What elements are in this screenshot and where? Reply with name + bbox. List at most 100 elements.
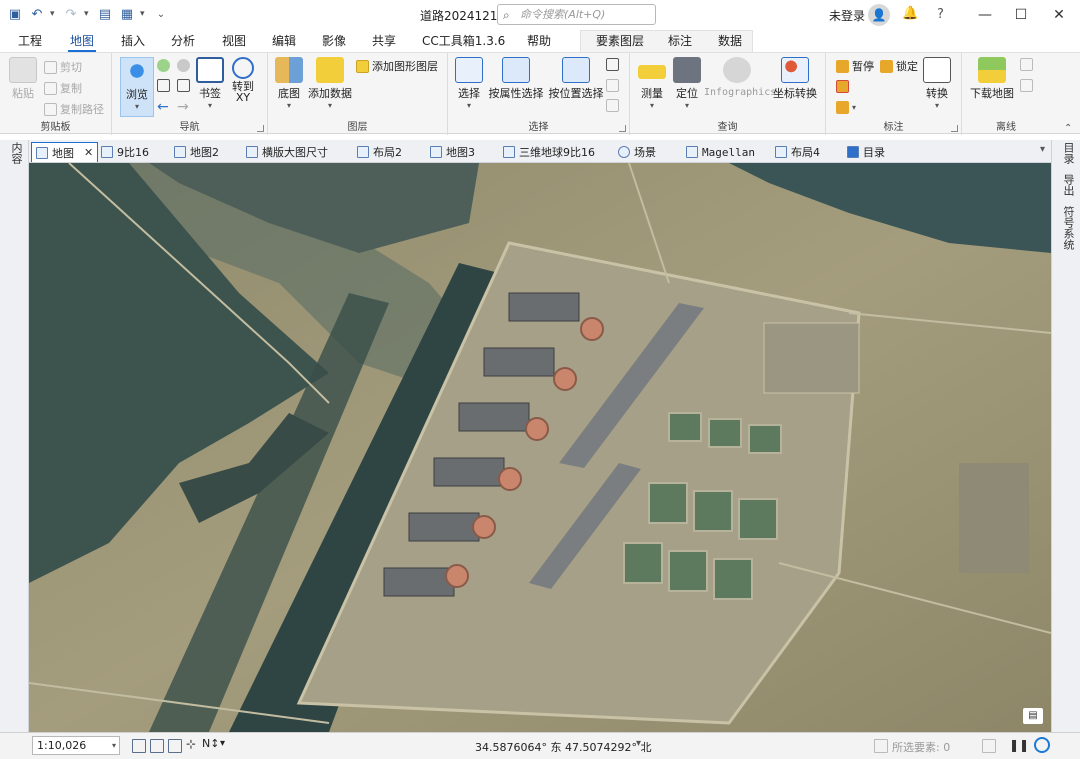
grid-icon[interactable] [132, 739, 146, 753]
close-button[interactable]: ✕ [1044, 4, 1074, 26]
redo-dropdown-icon[interactable]: ▾ [84, 9, 92, 19]
status-dropdown-icon[interactable]: ▾ [220, 738, 234, 752]
add-data-button[interactable]: 添加数据 ▾ [308, 57, 352, 110]
select-by-location-button[interactable]: 按位置选择 [548, 57, 604, 101]
sync-icon [1020, 58, 1033, 71]
open-folder-icon[interactable]: ▤ [96, 5, 114, 23]
undo-dropdown-icon[interactable]: ▾ [50, 9, 58, 19]
view-tab-map3[interactable]: 地图3 [430, 142, 475, 162]
sign-in-status[interactable]: 未登录 [829, 7, 865, 24]
lock-labeling-button[interactable]: 锁定 [880, 58, 918, 74]
notification-bell-icon[interactable]: 🔔 [902, 6, 918, 21]
view-tab-landscape[interactable]: 横版大图尺寸 [246, 142, 328, 162]
tab-labeling[interactable]: 标注 [666, 32, 694, 52]
convert-labels-button[interactable]: 转换 ▾ [922, 57, 952, 110]
remove-offline-button[interactable] [1020, 79, 1033, 92]
tab-data[interactable]: 数据 [716, 32, 744, 52]
coordinates-dropdown-icon[interactable]: ▾ [636, 738, 641, 749]
labeling-launcher[interactable] [951, 125, 958, 132]
tab-view[interactable]: 视图 [220, 32, 248, 52]
minimize-button[interactable]: — [970, 4, 1000, 26]
zoom-to-selection-button[interactable] [606, 99, 619, 112]
snap-icon[interactable]: ⊹ [186, 737, 200, 751]
download-map-button[interactable]: 下载地图 [968, 57, 1016, 101]
cut-button[interactable]: 剪切 [44, 59, 82, 75]
map-view[interactable]: ▤ [29, 163, 1051, 732]
view-tab-9by16[interactable]: 9比16 [101, 142, 149, 162]
export-pane-tab[interactable]: 导出 [1060, 174, 1076, 196]
paste-button[interactable]: 粘贴 [6, 57, 40, 101]
measure-button[interactable]: 测量 ▾ [636, 57, 668, 110]
table-grid-icon[interactable] [150, 739, 164, 753]
pause-labeling-button[interactable]: 暂停 [836, 58, 874, 74]
fixed-zoom-in-button[interactable] [157, 79, 170, 92]
app-icon[interactable]: ▣ [6, 5, 24, 23]
map-notes-icon[interactable]: ▤ [1023, 708, 1043, 724]
view-tabs-dropdown-icon[interactable]: ▾ [1040, 144, 1045, 155]
copy-path-button[interactable]: 复制路径 [44, 101, 104, 117]
copy-button[interactable]: 复制 [44, 80, 82, 96]
view-tab-scene[interactable]: 场景 [618, 142, 656, 162]
symbology-pane-tab[interactable]: 符号系统 [1060, 206, 1076, 250]
tab-imagery[interactable]: 影像 [320, 32, 348, 52]
full-extent-button[interactable] [157, 59, 170, 72]
tab-insert[interactable]: 插入 [119, 32, 147, 52]
tab-share[interactable]: 共享 [370, 32, 398, 52]
tab-map[interactable]: 地图 [68, 32, 97, 52]
refresh-layers-icon[interactable] [982, 739, 996, 753]
contents-pane-tab[interactable]: 内容 [8, 142, 24, 164]
select-by-attributes-button[interactable]: 按属性选择 [488, 57, 544, 101]
command-search-input[interactable]: ⌕ 命令搜索(Alt+Q) [497, 4, 656, 25]
view-tab-magellan[interactable]: Magellan [686, 142, 755, 162]
add-graphics-layer-button[interactable]: 添加图形图层 [356, 58, 438, 74]
tab-project[interactable]: 工程 [16, 32, 44, 52]
next-extent-button[interactable]: → [177, 99, 189, 115]
undo-icon[interactable]: ↶ [28, 5, 46, 23]
close-tab-icon[interactable]: ✕ [84, 146, 93, 159]
tab-help[interactable]: 帮助 [525, 32, 553, 52]
collapse-ribbon-icon[interactable]: ⌃ [1064, 123, 1072, 134]
view-tab-globe[interactable]: 三维地球9比16 [503, 142, 595, 162]
bookmarks-button[interactable]: 书签 ▾ [194, 57, 226, 110]
pause-drawing-button[interactable]: ❚❚ [1009, 738, 1029, 752]
view-unplaced-button[interactable] [836, 80, 849, 93]
view-tab-catalog[interactable]: 目录 [847, 142, 885, 162]
explore-button[interactable]: 浏览 ▾ [120, 57, 154, 117]
selection-launcher[interactable] [619, 125, 626, 132]
view-tab-layout4[interactable]: 布局4 [775, 142, 820, 162]
customize-qat-icon[interactable]: ⌄ [152, 5, 170, 23]
nav-arrows-icon[interactable]: N↕ [202, 737, 219, 751]
label-options-button[interactable]: ▾ [836, 101, 856, 114]
basemap-button[interactable]: 底图 ▾ [274, 57, 304, 110]
tab-edit[interactable]: 编辑 [270, 32, 298, 52]
fixed-zoom-out-button[interactable] [177, 79, 190, 92]
full-extent-alt-button[interactable] [177, 59, 190, 72]
coordinate-conversion-button[interactable]: 坐标转换 [772, 57, 818, 101]
redo-icon[interactable]: ↷ [62, 5, 80, 23]
view-tab-layout2[interactable]: 布局2 [357, 142, 402, 162]
window-options-dropdown-icon[interactable]: ▾ [140, 9, 148, 19]
tab-feature-layer[interactable]: 要素图层 [594, 32, 646, 52]
infographics-button[interactable]: Infographics [704, 57, 776, 98]
scale-selector[interactable]: 1:10,026 ▾ [32, 736, 120, 755]
attributes-table-button[interactable] [606, 58, 619, 71]
tab-analysis[interactable]: 分析 [169, 32, 197, 52]
refresh-icon[interactable] [1034, 737, 1050, 753]
tab-cc-toolbox[interactable]: CC工具箱1.3.6 [420, 32, 507, 52]
navigate-launcher[interactable] [257, 125, 264, 132]
window-options-icon[interactable]: ▦ [118, 5, 136, 23]
clear-selection-button[interactable] [606, 79, 619, 92]
goto-xy-button[interactable]: 转到 XY [228, 57, 258, 103]
maximize-button[interactable]: ☐ [1006, 4, 1036, 26]
layout-guides-icon[interactable] [168, 739, 182, 753]
help-button[interactable]: ? [937, 7, 944, 22]
avatar[interactable]: 👤 [868, 4, 890, 26]
view-tab-map[interactable]: 地图 ✕ [31, 142, 99, 162]
locate-button[interactable]: 定位 ▾ [672, 57, 702, 110]
scale-value: 1:10,026 [37, 739, 87, 752]
select-button[interactable]: 选择 ▾ [454, 57, 484, 110]
view-tab-map2[interactable]: 地图2 [174, 142, 219, 162]
catalog-pane-tab[interactable]: 目录 [1060, 142, 1076, 164]
previous-extent-button[interactable]: ← [157, 99, 169, 115]
sync-button[interactable] [1020, 58, 1033, 71]
